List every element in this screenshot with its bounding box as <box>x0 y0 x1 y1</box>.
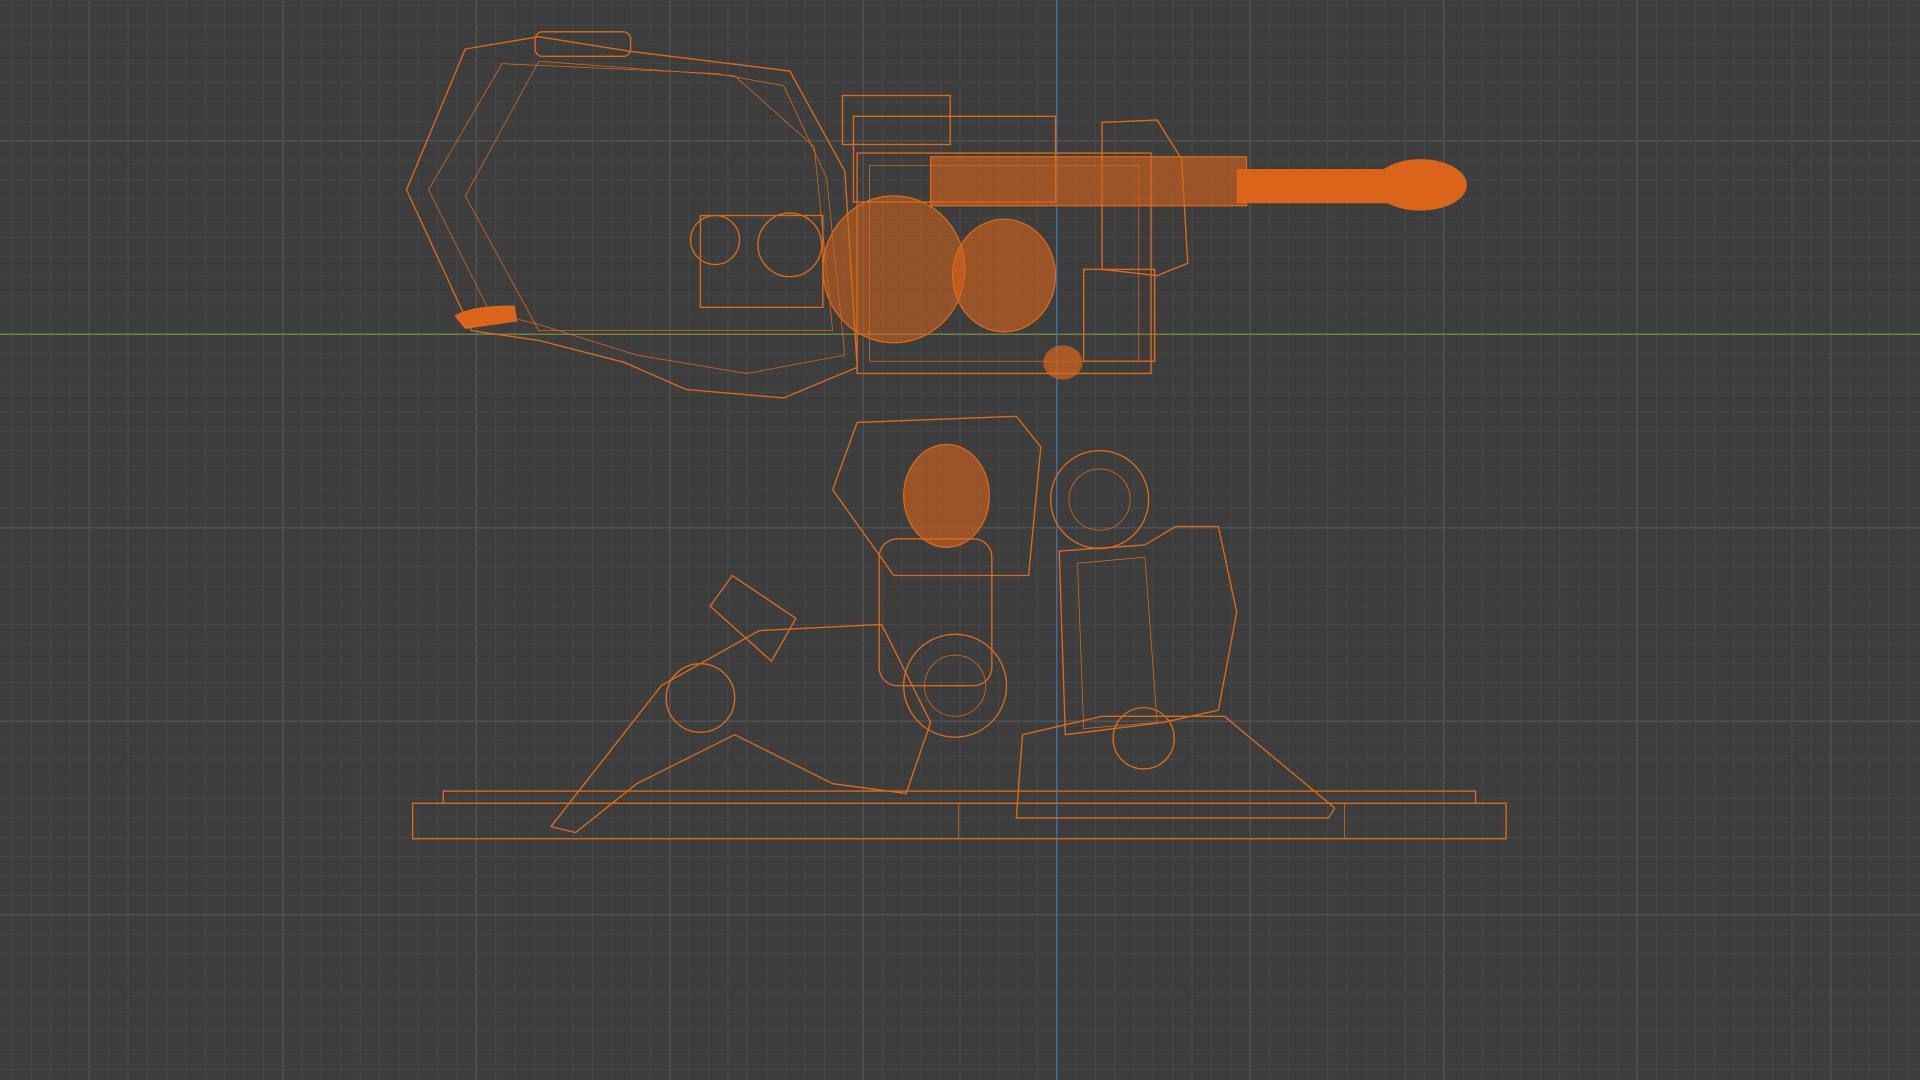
viewport-canvas[interactable] <box>0 0 1920 1080</box>
gun-barrel <box>930 156 1467 211</box>
mech-wireframe-object[interactable] <box>405 31 1507 840</box>
3d-viewport[interactable] <box>0 0 1920 1080</box>
